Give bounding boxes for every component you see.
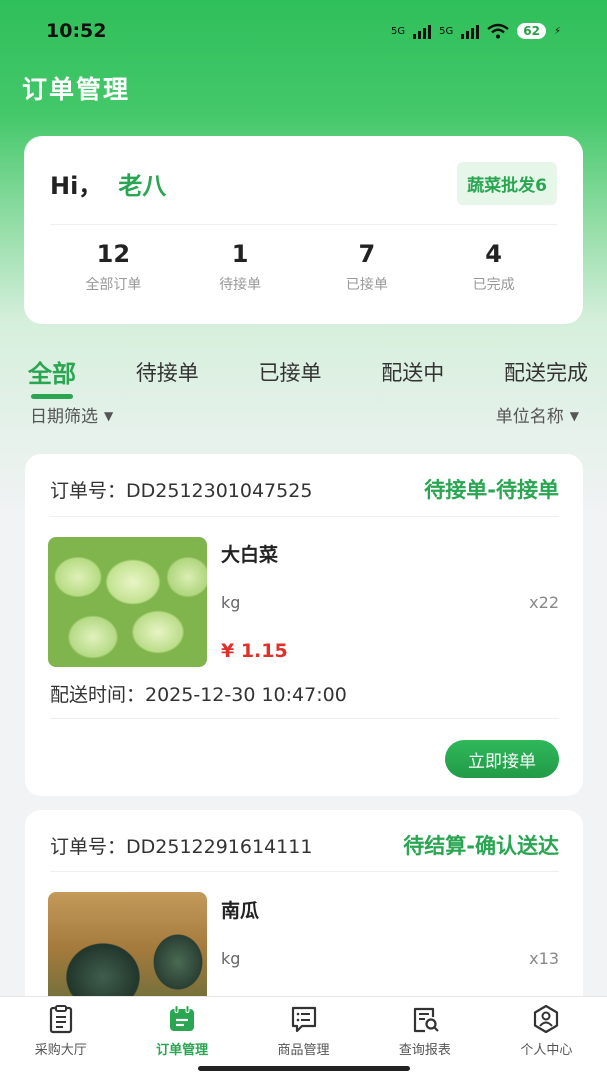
stat-pending[interactable]: 1 待接单 [177,240,304,294]
date-filter-label: 日期筛选 [30,407,98,427]
clipboard-icon [49,1005,72,1034]
battery-level: 62 [517,23,546,39]
date-filter[interactable]: 日期筛选 ▼ [30,402,113,427]
order-header: 订单号：DD2512291614111 待结算-确认送达 [50,830,559,860]
order-status-tabs: 全部 待接单 已接单 配送中 配送完成 [28,350,588,399]
divider [50,516,559,517]
product-image-cabbage [48,537,207,667]
network-label-2: 5G [439,25,454,37]
goods-list-icon [291,1006,316,1033]
user-icon [534,1004,559,1034]
report-search-icon [413,1007,439,1033]
tab-all[interactable]: 全部 [28,350,76,399]
tabbar-item-purchase-hall[interactable]: 采购大厅 [0,997,121,1080]
delivery-time: 配送时间：2025-12-30 10:47:00 [50,684,347,706]
divider [50,871,559,872]
tab-delivered[interactable]: 配送完成 [504,353,588,397]
network-label-1: 5G [391,25,406,37]
accept-order-button[interactable]: 立即接单 [445,740,559,778]
product-unit: kg [221,949,241,968]
status-bar: 10:52 5G 5G 62 ⚡ [0,0,607,62]
user-name: 老八 [118,172,167,200]
product-quantity: x22 [529,593,559,612]
product-quantity: x13 [529,949,559,968]
caret-down-icon: ▼ [569,409,579,423]
greeting-hi: Hi， [50,172,103,200]
tabbar-label: 个人中心 [520,1043,573,1058]
charging-icon: ⚡ [553,25,561,37]
stat-value: 7 [358,240,376,268]
status-icons: 5G 5G 62 ⚡ [391,23,561,39]
stat-accepted[interactable]: 7 已接单 [304,240,431,294]
stat-label: 全部订单 [85,277,142,293]
tab-delivering[interactable]: 配送中 [381,353,444,397]
stat-label: 已接单 [345,277,388,293]
stat-value: 12 [96,240,131,268]
order-card[interactable]: 订单号：DD2512301047525 待接单-待接单 大白菜 kg x22 ¥… [25,454,583,796]
tabbar-item-profile[interactable]: 个人中心 [486,997,607,1080]
tab-accepted[interactable]: 已接单 [259,353,322,397]
order-status: 待接单-待接单 [424,478,559,502]
stat-completed[interactable]: 4 已完成 [430,240,557,294]
greeting: Hi， 老八 [50,166,166,201]
stat-value: 4 [485,240,502,268]
home-indicator [198,1066,410,1071]
stat-all-orders[interactable]: 12 全部订单 [50,240,177,294]
signal-icon [413,23,432,39]
order-status: 待结算-确认送达 [403,834,559,858]
product-image-pumpkin [48,892,207,1010]
tabbar-label: 商品管理 [277,1043,330,1058]
unit-filter[interactable]: 单位名称 ▼ [496,402,579,427]
page-title: 订单管理 [22,75,131,104]
caret-down-icon: ▼ [104,409,114,423]
order-number: 订单号：DD2512301047525 [50,479,313,502]
wifi-icon [487,23,510,39]
order-header: 订单号：DD2512301047525 待接单-待接单 [50,474,559,504]
divider [50,718,559,719]
stat-label: 已完成 [472,277,515,293]
user-summary-card: Hi， 老八 蔬菜批发6 12 全部订单 1 待接单 7 已接单 4 已完成 [24,136,583,324]
tab-pending[interactable]: 待接单 [136,353,199,397]
stat-label: 待接单 [219,277,262,293]
stat-value: 1 [231,240,249,268]
signal-icon [461,23,480,39]
unit-filter-label: 单位名称 [495,407,564,427]
product-name: 南瓜 [221,900,260,922]
product-name: 大白菜 [221,544,279,566]
divider [50,224,557,225]
tabbar-label: 订单管理 [156,1043,209,1058]
order-number: 订单号：DD2512291614111 [50,835,313,858]
product-unit: kg [221,593,241,612]
order-calendar-icon [170,1005,195,1031]
order-card[interactable]: 订单号：DD2512291614111 待结算-确认送达 南瓜 kg x13 [25,810,583,1010]
order-stats: 12 全部订单 1 待接单 7 已接单 4 已完成 [50,240,557,294]
tabbar-label: 查询报表 [398,1043,451,1058]
product-price: ¥ 1.15 [221,640,288,662]
status-time: 10:52 [46,20,107,42]
tabbar-label: 采购大厅 [34,1043,87,1058]
store-badge[interactable]: 蔬菜批发6 [457,162,557,205]
